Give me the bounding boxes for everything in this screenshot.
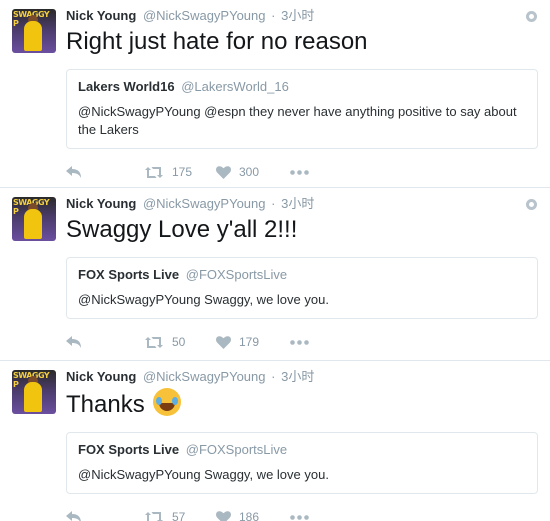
tweet-header: Nick Young @NickSwagyPYoung · 3小时 xyxy=(66,367,538,387)
tweet-header: Nick Young @NickSwagyPYoung · 3小时 xyxy=(66,6,538,26)
reply-button[interactable] xyxy=(66,336,126,348)
tweet-text-body: Thanks xyxy=(66,391,145,418)
reply-button[interactable] xyxy=(66,166,126,178)
retweet-button[interactable]: 175 xyxy=(144,165,216,179)
tweet-content: Nick Young @NickSwagyPYoung · 3小时 Thanks… xyxy=(66,367,538,521)
heart-icon xyxy=(216,510,231,521)
avatar-figure xyxy=(24,382,42,412)
quoted-tweet[interactable]: FOX Sports Live @FOXSportsLive @NickSwag… xyxy=(66,432,538,494)
like-count: 186 xyxy=(239,510,260,521)
tweet-actions: 175 300 xyxy=(66,162,538,182)
tweet-content: Nick Young @NickSwagyPYoung · 3小时 Right … xyxy=(66,6,538,182)
face-with-tears-of-joy-icon xyxy=(153,388,182,416)
tweet-content: Nick Young @NickSwagyPYoung · 3小时 Swaggy… xyxy=(66,194,538,352)
avatar[interactable]: SWAGGY P xyxy=(12,197,56,241)
quoted-author-handle: @FOXSportsLive xyxy=(185,442,288,457)
separator: · xyxy=(271,8,276,23)
retweet-icon xyxy=(145,166,163,178)
timestamp[interactable]: 3小时 xyxy=(281,369,314,384)
quoted-header: Lakers World16 @LakersWorld_16 xyxy=(78,78,526,96)
quoted-text: @NickSwagyPYoung Swaggy, we love you. xyxy=(78,292,329,307)
timeline: SWAGGY P Nick Young @NickSwagyPYoung · 3… xyxy=(0,0,550,521)
like-button[interactable]: 300 xyxy=(216,165,290,179)
author-name[interactable]: Nick Young xyxy=(66,196,136,211)
reply-icon xyxy=(66,166,81,178)
reply-icon xyxy=(66,511,81,521)
author-name[interactable]: Nick Young xyxy=(66,8,136,23)
like-button[interactable]: 179 xyxy=(216,335,290,349)
like-button[interactable]: 186 xyxy=(216,510,290,521)
more-button[interactable] xyxy=(290,169,309,175)
quoted-text: @NickSwagyPYoung Swaggy, we love you. xyxy=(78,467,329,482)
timestamp[interactable]: 3小时 xyxy=(281,196,314,211)
avatar[interactable]: SWAGGY P xyxy=(12,370,56,414)
quoted-header: FOX Sports Live @FOXSportsLive xyxy=(78,266,526,284)
tweet: SWAGGY P Nick Young @NickSwagyPYoung · 3… xyxy=(0,361,550,521)
heart-icon xyxy=(216,165,231,179)
quoted-tweet[interactable]: Lakers World16 @LakersWorld_16 @NickSwag… xyxy=(66,69,538,149)
quoted-text: @NickSwagyPYoung @espn they never have a… xyxy=(78,104,517,137)
quoted-author-handle: @LakersWorld_16 xyxy=(181,79,289,94)
more-icon xyxy=(290,169,309,175)
separator: · xyxy=(271,369,276,384)
quoted-tweet[interactable]: FOX Sports Live @FOXSportsLive @NickSwag… xyxy=(66,257,538,319)
tweet-actions: 50 179 xyxy=(66,332,538,352)
more-icon xyxy=(290,514,309,520)
retweet-count: 50 xyxy=(172,335,186,349)
avatar[interactable]: SWAGGY P xyxy=(12,9,56,53)
more-icon xyxy=(290,339,309,345)
retweet-icon xyxy=(145,511,163,521)
tweet-text: Thanks xyxy=(66,388,538,420)
tweet: SWAGGY P Nick Young @NickSwagyPYoung · 3… xyxy=(0,0,550,188)
quoted-author-name: FOX Sports Live xyxy=(78,267,180,282)
timestamp[interactable]: 3小时 xyxy=(281,8,314,23)
tweet-header: Nick Young @NickSwagyPYoung · 3小时 xyxy=(66,194,538,214)
more-button[interactable] xyxy=(290,339,309,345)
retweet-icon xyxy=(145,336,163,348)
author-handle[interactable]: @NickSwagyPYoung xyxy=(143,196,266,211)
like-count: 300 xyxy=(239,165,260,179)
quoted-author-name: Lakers World16 xyxy=(78,79,175,94)
avatar-figure xyxy=(24,21,42,51)
avatar-figure xyxy=(24,209,42,239)
quoted-author-handle: @FOXSportsLive xyxy=(185,267,288,282)
tweet-actions: 57 186 xyxy=(66,507,538,521)
author-name[interactable]: Nick Young xyxy=(66,369,136,384)
quoted-header: FOX Sports Live @FOXSportsLive xyxy=(78,441,526,459)
tweet-text: Right just hate for no reason xyxy=(66,28,368,55)
reply-icon xyxy=(66,336,81,348)
more-button[interactable] xyxy=(290,514,309,520)
tweet: SWAGGY P Nick Young @NickSwagyPYoung · 3… xyxy=(0,188,550,361)
quoted-author-name: FOX Sports Live xyxy=(78,442,180,457)
retweet-count: 175 xyxy=(172,165,193,179)
retweet-count: 57 xyxy=(172,510,186,521)
tweet-text: Swaggy Love y'all 2!!! xyxy=(66,216,298,243)
reply-button[interactable] xyxy=(66,511,126,521)
retweet-button[interactable]: 50 xyxy=(144,335,216,349)
heart-icon xyxy=(216,335,231,349)
author-handle[interactable]: @NickSwagyPYoung xyxy=(143,8,266,23)
author-handle[interactable]: @NickSwagyPYoung xyxy=(143,369,266,384)
separator: · xyxy=(271,196,276,211)
retweet-button[interactable]: 57 xyxy=(144,510,216,521)
gear-icon[interactable] xyxy=(526,199,537,210)
gear-icon[interactable] xyxy=(526,11,537,22)
like-count: 179 xyxy=(239,335,260,349)
